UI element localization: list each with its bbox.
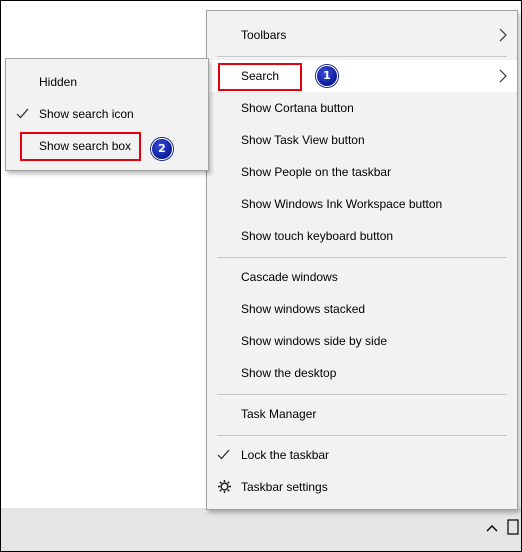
menu-item-show-windows-side-by-side[interactable]: Show windows side by side <box>207 325 517 357</box>
menu-item-label: Show the desktop <box>241 366 337 380</box>
checkmark-icon <box>217 449 230 460</box>
chevron-up-icon[interactable] <box>484 520 500 536</box>
menu-item-show-the-desktop[interactable]: Show the desktop <box>207 357 517 389</box>
taskbar <box>0 508 522 552</box>
menu-item-label: Toolbars <box>241 28 287 42</box>
menu-item-show-windows-ink[interactable]: Show Windows Ink Workspace button <box>207 188 517 220</box>
menu-item-show-task-view-button[interactable]: Show Task View button <box>207 124 517 156</box>
step-badge-2: 2 <box>151 138 173 160</box>
menu-item-show-cortana-button[interactable]: Show Cortana button <box>207 92 517 124</box>
menu-item-label: Show touch keyboard button <box>241 229 394 243</box>
menu-item-label: Show People on the taskbar <box>241 165 392 179</box>
menu-item-label: Taskbar settings <box>241 480 328 494</box>
menu-item-label: Show windows stacked <box>241 302 366 316</box>
gear-icon <box>217 479 232 494</box>
menu-separator <box>217 257 507 258</box>
chevron-right-icon <box>499 28 507 42</box>
menu-item-show-people[interactable]: Show People on the taskbar <box>207 156 517 188</box>
highlight-box-show-search-box <box>20 132 141 161</box>
step-badge-1: 1 <box>316 65 338 87</box>
submenu-item-show-search-icon[interactable]: Show search icon <box>6 98 208 130</box>
menu-item-label: Show windows side by side <box>241 334 388 348</box>
chevron-right-icon <box>499 69 507 83</box>
menu-item-label: Show Task View button <box>241 133 365 147</box>
menu-item-label: Cascade windows <box>241 270 338 284</box>
tray-app-icon[interactable] <box>506 518 520 536</box>
menu-separator <box>217 56 507 57</box>
menu-item-label: Task Manager <box>241 407 317 421</box>
menu-item-lock-the-taskbar[interactable]: Lock the taskbar <box>207 439 517 471</box>
menu-item-label: Show search icon <box>39 107 134 121</box>
menu-item-label: Show Cortana button <box>241 101 354 115</box>
menu-item-label: Lock the taskbar <box>241 448 330 462</box>
menu-item-taskbar-settings[interactable]: Taskbar settings <box>207 471 517 503</box>
highlight-box-search <box>218 63 302 91</box>
submenu-item-hidden[interactable]: Hidden <box>6 66 208 98</box>
menu-item-toolbars[interactable]: Toolbars <box>207 19 517 51</box>
menu-separator <box>217 435 507 436</box>
menu-item-show-touch-keyboard[interactable]: Show touch keyboard button <box>207 220 517 252</box>
menu-item-show-windows-stacked[interactable]: Show windows stacked <box>207 293 517 325</box>
menu-item-cascade-windows[interactable]: Cascade windows <box>207 261 517 293</box>
menu-item-task-manager[interactable]: Task Manager <box>207 398 517 430</box>
menu-item-label: Show Windows Ink Workspace button <box>241 197 443 211</box>
menu-separator <box>217 394 507 395</box>
checkmark-icon <box>16 108 29 119</box>
menu-item-label: Hidden <box>39 75 78 89</box>
